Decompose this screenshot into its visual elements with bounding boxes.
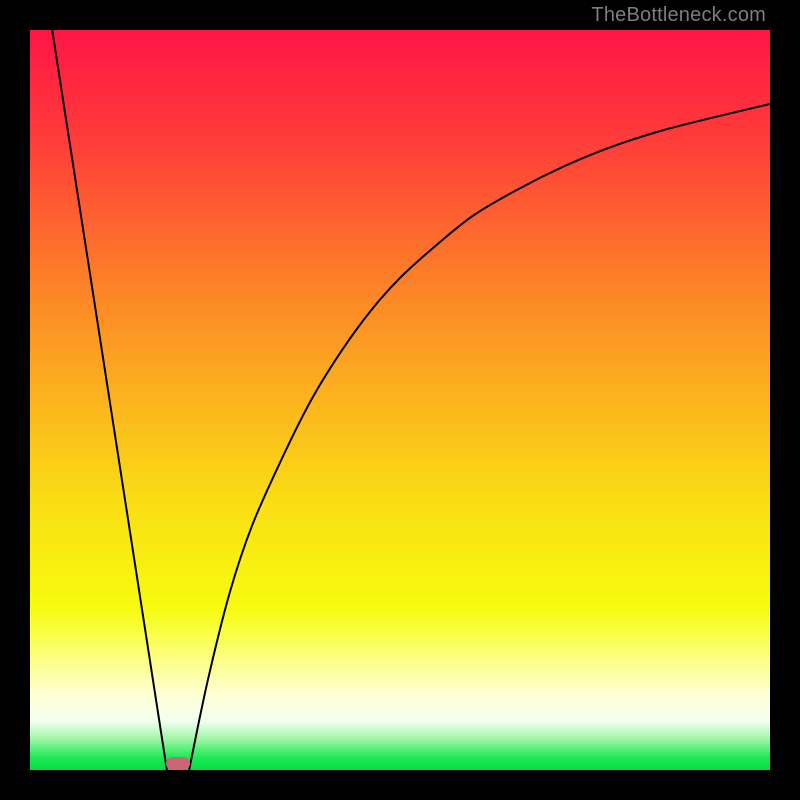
watermark-label: TheBottleneck.com <box>591 4 766 27</box>
curve-left-path <box>52 30 167 770</box>
curve-right-path <box>189 104 770 770</box>
chart-frame: TheBottleneck.com <box>0 0 800 800</box>
bottleneck-marker <box>166 757 190 770</box>
curve-svg <box>30 30 770 770</box>
plot-area <box>30 30 770 770</box>
